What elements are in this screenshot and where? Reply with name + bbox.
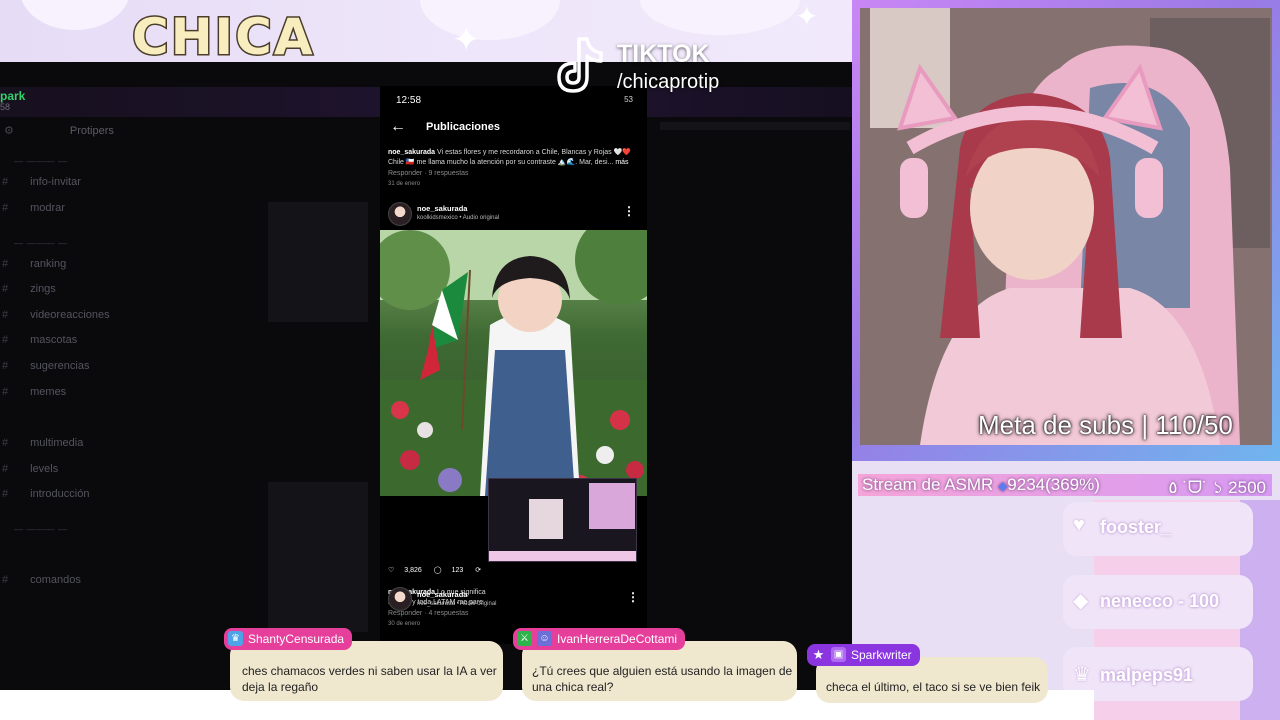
channel-item[interactable]: # sugerencias [2,360,89,372]
comment-date: 31 de enero [388,181,421,187]
star-icon: ★ [812,647,825,663]
crown-icon: ♛ [1073,664,1091,686]
comment-more-link[interactable]: más [615,159,628,166]
points-icon: ◆ [998,479,1008,493]
webcam-feed [860,8,1272,445]
channel-category: — ——— — [14,238,68,248]
points-value: 9234(369%) [1007,475,1100,494]
chat-username: ⚔ ☺ IvanHerreraDeCottami [513,628,686,650]
post-user[interactable]: noe_sakurada [417,204,467,213]
comment-count: 123 [451,567,464,574]
supporter-name: fooster_ [1100,517,1172,537]
stream-stats: Stream de ASMR ◆9234(369%) [862,475,1100,495]
channel-item[interactable]: # multimedia [2,437,83,449]
channel-item[interactable]: # mascotas [2,334,77,346]
server-member-count: 58 [0,102,11,112]
comment-text: noe_sakurada Vi estas flores y me record… [388,148,643,167]
phone-battery: 53 [624,95,633,104]
preview-webcam [589,483,635,529]
repost-icon[interactable]: ⟳ [475,567,481,574]
like-count: 3,826 [404,567,422,574]
like-icon[interactable]: ♡ [388,567,394,574]
banner-title: CHICA [131,8,315,63]
tiktok-handle: /chicaprotip [617,71,720,93]
chat-message: ches chamacos verdes ni saben usar la IA… [242,664,497,694]
mini-stream-preview [488,478,637,562]
sparkle-icon: ✦ [795,1,819,32]
supporter-name: nenecco - 100 [1100,591,1220,611]
post-audio[interactable]: koolkidsmexico • Audio original [417,215,499,221]
server-name: park [0,89,26,103]
sparkle-icon: ✦ [452,21,481,59]
heart-icon: ♥ [1073,514,1085,536]
tiktok-label: TIKTOK [617,40,710,68]
chat-message: ¿Tú crees que alguien está usando la ima… [532,664,793,694]
top-banner: CHICA ✦ ✦ [0,0,852,62]
blurred-row [660,122,850,130]
avatar[interactable] [388,587,412,611]
tiktok-icon [557,37,603,93]
more-options-icon[interactable]: ⋮ [627,590,639,604]
comment-icon[interactable]: ◯ [434,567,442,574]
server-row[interactable]: ⚙ Protipers [4,124,114,137]
drop-icon: ◆ [1073,590,1089,612]
channel-category: — ——— — [14,524,68,534]
post2-user[interactable]: noe_sakurada [417,590,467,599]
back-arrow-icon[interactable]: ← [390,118,406,136]
channel-item[interactable]: # zings [2,283,56,295]
caption-date: 30 de enero [388,621,421,627]
blurred-media [268,482,368,632]
caption-meta[interactable]: Responder · 4 respuestas [388,610,469,617]
crown-icon: ♛ [228,631,243,647]
badge-icon: ☺ [537,631,552,647]
channel-item[interactable]: # levels [2,463,58,475]
phone-time: 12:58 [396,95,422,106]
chat-username: ★ ▣ Sparkwriter [807,644,920,666]
channel-item[interactable]: # comandos [2,574,81,586]
supporter-name: malpeps91 [1100,665,1194,685]
comment-meta[interactable]: Responder · 9 respuestas [388,170,469,177]
chat-username: ♛ ShantyCensurada [224,628,353,650]
more-options-icon[interactable]: ⋮ [623,204,635,218]
chat-message: checa el último, el taco si se ve bien f… [826,680,1041,694]
stream-label: Stream de ASMR [862,475,994,494]
comment-user[interactable]: noe_sakurada [388,149,435,156]
channel-item[interactable]: # info-invitar [2,176,81,188]
badge-icon: ▣ [831,647,846,663]
channel-category: — ——— — [14,156,68,166]
subs-goal: Meta de subs | 110/50 [978,410,1233,440]
sword-icon: ⚔ [517,631,532,647]
webcam-illustration [860,8,1272,445]
channel-item[interactable]: # videoreacciones [2,309,110,321]
stats-right: ٥ ˙ᗜ˙ ১ 2500 [1168,478,1266,497]
photo-illustration [380,230,647,496]
post-photo [380,230,647,496]
preview-image [529,499,563,539]
avatar[interactable] [388,202,412,226]
channel-item[interactable]: # ranking [2,258,66,270]
post2-audio[interactable]: noe_sakurada • Audio original [417,601,497,607]
channel-item[interactable]: # memes [2,386,66,398]
post-actions: ♡ 3,826 ◯ 123 ⟳ [388,566,491,574]
preview-strip [489,551,636,561]
channel-item[interactable]: # introducción [2,488,89,500]
blurred-media [268,202,368,322]
channel-item[interactable]: # modrar [2,202,65,214]
page-title: Publicaciones [426,121,500,133]
